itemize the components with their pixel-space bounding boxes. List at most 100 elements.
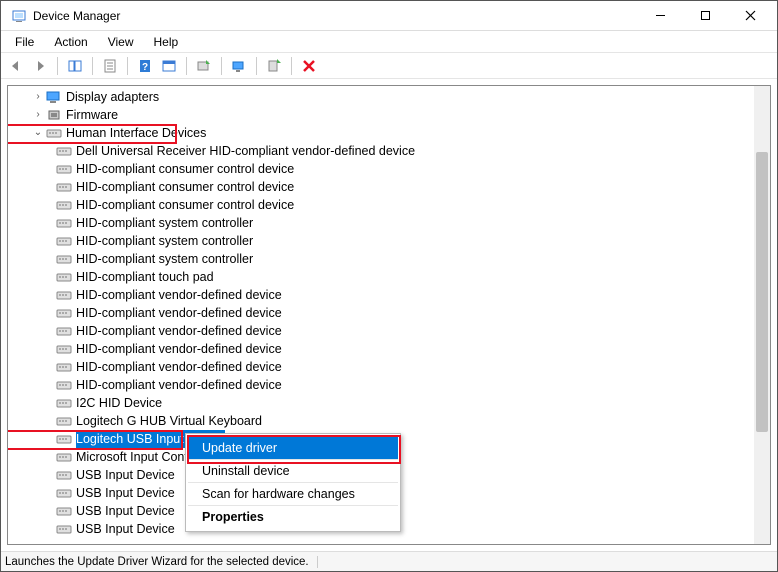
device-label: HID-compliant system controller [76,214,253,232]
menu-item-scan[interactable]: Scan for hardware changes [188,483,398,506]
device-icon [56,216,72,230]
category-label: Firmware [66,106,118,124]
minimize-button[interactable] [638,2,683,30]
expander-icon[interactable]: › [32,91,44,103]
device-label: HID-compliant vendor-defined device [76,304,282,322]
category-icon [46,126,62,140]
device-label: HID-compliant consumer control device [76,160,294,178]
device-label: USB Input Device [76,466,175,484]
device-label: HID-compliant touch pad [76,268,214,286]
device-label: USB Input Device [76,484,175,502]
status-text: Launches the Update Driver Wizard for th… [5,556,318,568]
device-icon [56,432,72,446]
device-item[interactable]: HID-compliant vendor-defined device [8,376,770,394]
toolbar: ? [1,53,777,79]
scan-hardware-button[interactable] [228,55,250,77]
action-button[interactable] [158,55,180,77]
device-icon [56,162,72,176]
device-icon [56,414,72,428]
svg-text:?: ? [142,62,148,73]
scrollbar-thumb[interactable] [756,152,768,432]
device-label: Dell Universal Receiver HID-compliant ve… [76,142,415,160]
maximize-button[interactable] [683,2,728,30]
category-icon [46,108,62,122]
device-label: Logitech G HUB Virtual Keyboard [76,412,262,430]
device-label: HID-compliant vendor-defined device [76,286,282,304]
device-icon [56,180,72,194]
expander-icon[interactable]: ⌄ [32,127,44,139]
device-label: HID-compliant system controller [76,232,253,250]
category-label: Display adapters [66,88,159,106]
help-button[interactable]: ? [134,55,156,77]
category-hid[interactable]: ⌄ Human Interface Devices [8,124,770,142]
uninstall-button[interactable] [298,55,320,77]
device-label: HID-compliant consumer control device [76,196,294,214]
category-label: Human Interface Devices [66,124,206,142]
device-item[interactable]: HID-compliant vendor-defined device [8,286,770,304]
back-button[interactable] [5,55,27,77]
device-item[interactable]: HID-compliant vendor-defined device [8,322,770,340]
menu-view[interactable]: View [98,33,144,51]
device-icon [56,522,72,536]
properties-button[interactable] [99,55,121,77]
device-icon [56,288,72,302]
show-hide-tree-button[interactable] [64,55,86,77]
device-icon [56,234,72,248]
device-icon [56,360,72,374]
device-icon [56,270,72,284]
menubar: File Action View Help [1,31,777,53]
device-item[interactable]: HID-compliant system controller [8,250,770,268]
menu-help[interactable]: Help [144,33,189,51]
window-title: Device Manager [33,9,120,23]
device-item[interactable]: HID-compliant system controller [8,232,770,250]
device-label: USB Input Device [76,502,175,520]
device-item[interactable]: HID-compliant vendor-defined device [8,340,770,358]
device-item[interactable]: Logitech G HUB Virtual Keyboard [8,412,770,430]
device-item[interactable]: I2C HID Device [8,394,770,412]
device-item[interactable]: HID-compliant consumer control device [8,196,770,214]
device-item[interactable]: HID-compliant vendor-defined device [8,358,770,376]
device-item[interactable]: HID-compliant consumer control device [8,160,770,178]
titlebar: Device Manager [1,1,777,31]
device-icon [56,198,72,212]
device-label: HID-compliant vendor-defined device [76,340,282,358]
menu-item-uninstall[interactable]: Uninstall device [188,460,398,483]
context-menu: Update driver Uninstall device Scan for … [185,433,401,532]
device-item[interactable]: HID-compliant vendor-defined device [8,304,770,322]
device-item[interactable]: HID-compliant consumer control device [8,178,770,196]
menu-item-update-driver[interactable]: Update driver [188,437,398,460]
device-label: HID-compliant vendor-defined device [76,358,282,376]
device-icon [56,252,72,266]
expander-icon[interactable]: › [32,109,44,121]
device-label: I2C HID Device [76,394,162,412]
category-display-adapters[interactable]: › Display adapters [8,88,770,106]
device-icon [56,486,72,500]
forward-button[interactable] [29,55,51,77]
tree-frame: › Display adapters › Firmware ⌄ Human Interfa… [7,85,771,545]
close-button[interactable] [728,2,773,30]
device-label: HID-compliant consumer control device [76,178,294,196]
category-icon [46,90,62,104]
add-legacy-button[interactable] [263,55,285,77]
category-firmware[interactable]: › Firmware [8,106,770,124]
device-item[interactable]: HID-compliant system controller [8,214,770,232]
device-icon [56,450,72,464]
app-icon [11,8,27,24]
menu-item-properties[interactable]: Properties [188,506,398,528]
device-item[interactable]: Dell Universal Receiver HID-compliant ve… [8,142,770,160]
menu-file[interactable]: File [5,33,44,51]
device-label: USB Input Device [76,520,175,538]
client-area: › Display adapters › Firmware ⌄ Human Interfa… [1,79,777,551]
device-icon [56,324,72,338]
update-driver-button[interactable] [193,55,215,77]
device-item[interactable]: HID-compliant touch pad [8,268,770,286]
device-icon [56,306,72,320]
device-icon [56,504,72,518]
device-label: HID-compliant vendor-defined device [76,376,282,394]
menu-action[interactable]: Action [44,33,97,51]
device-icon [56,342,72,356]
vertical-scrollbar[interactable] [754,86,770,544]
device-manager-window: Device Manager File Action View Help ? ›… [0,0,778,572]
device-icon [56,468,72,482]
device-label: HID-compliant vendor-defined device [76,322,282,340]
